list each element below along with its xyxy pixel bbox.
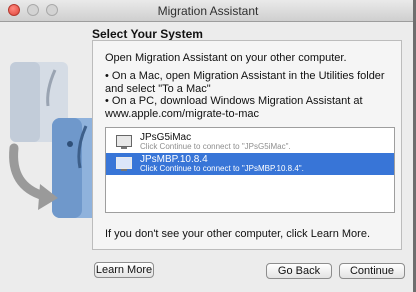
imac-icon bbox=[116, 135, 132, 149]
computer-list[interactable]: JPsG5iMac Click Continue to connect to "… bbox=[105, 127, 395, 213]
learn-more-hint: If you don't see your other computer, cl… bbox=[105, 228, 371, 240]
instructions: • On a Mac, open Migration Assistant in … bbox=[105, 70, 397, 120]
computer-hint: Click Continue to connect to "JPsG5iMac"… bbox=[140, 142, 291, 151]
window-title: Migration Assistant bbox=[157, 4, 259, 18]
title-bar: Migration Assistant bbox=[0, 0, 413, 22]
computer-list-item[interactable]: JPsG5iMac Click Continue to connect to "… bbox=[106, 131, 394, 153]
page-heading: Select Your System bbox=[92, 27, 203, 41]
intro-text: Open Migration Assistant on your other c… bbox=[105, 52, 347, 64]
go-back-button[interactable]: Go Back bbox=[266, 263, 332, 279]
instruction-line: • On a PC, download Windows Migration As… bbox=[105, 95, 363, 107]
select-system-panel: Open Migration Assistant on your other c… bbox=[92, 40, 402, 250]
computer-list-item-selected[interactable]: JPsMBP.10.8.4 Click Continue to connect … bbox=[106, 153, 394, 175]
migration-assistant-logo bbox=[0, 40, 114, 220]
instruction-line: www.apple.com/migrate-to-mac bbox=[105, 107, 260, 120]
continue-button[interactable]: Continue bbox=[339, 263, 405, 279]
migration-assistant-window: Migration Assistant Select Your System O… bbox=[0, 0, 416, 292]
learn-more-button[interactable]: Learn More bbox=[94, 262, 154, 278]
instruction-line: and select "To a Mac" bbox=[105, 82, 211, 95]
computer-hint: Click Continue to connect to "JPsMBP.10.… bbox=[140, 164, 304, 173]
laptop-icon bbox=[116, 157, 132, 171]
instruction-line: • On a Mac, open Migration Assistant in … bbox=[105, 70, 385, 82]
